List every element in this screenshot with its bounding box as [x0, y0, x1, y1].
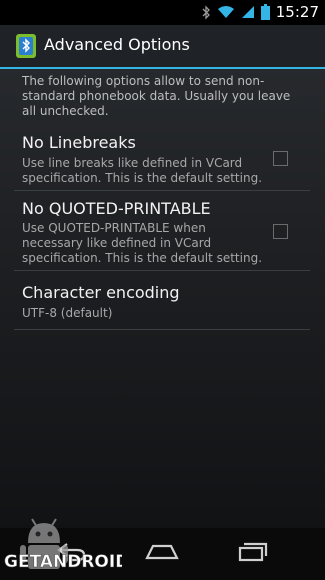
action-bar: Advanced Options [0, 25, 325, 69]
linebreaks-checkbox[interactable] [273, 151, 288, 166]
status-time: 15:27 [275, 3, 319, 21]
wifi-icon [217, 6, 234, 18]
status-icons: 15:27 [201, 3, 319, 21]
recents-icon[interactable] [238, 542, 268, 562]
app-bluetooth-icon[interactable] [16, 34, 36, 58]
pref-title: No QUOTED-PRINTABLE [22, 199, 211, 218]
signal-icon [241, 6, 254, 18]
pref-title: Character encoding [22, 283, 180, 302]
pref-summary: Use line breaks like defined in VCard sp… [22, 156, 263, 185]
battery-icon [260, 4, 270, 20]
status-bar: 15:27 [0, 0, 325, 25]
intro-text: The following options allow to send non-… [22, 74, 291, 118]
divider [14, 190, 310, 191]
getandroid-watermark-logo: GETANDROID [4, 518, 122, 572]
bluetooth-icon [202, 4, 210, 20]
home-icon[interactable] [145, 544, 179, 560]
divider [14, 270, 310, 271]
pref-character-encoding[interactable]: Character encoding UTF-8 (default) [14, 275, 310, 327]
pref-no-quoted-printable[interactable]: No QUOTED-PRINTABLE Use QUOTED-PRINTABLE… [14, 195, 310, 271]
pref-summary: Use QUOTED-PRINTABLE when necessary like… [22, 221, 263, 265]
pref-summary: UTF-8 (default) [22, 306, 113, 320]
quoted-printable-checkbox[interactable] [273, 224, 288, 239]
page-title: Advanced Options [44, 35, 190, 54]
pref-title: No Linebreaks [22, 133, 136, 152]
svg-text:GETANDROID: GETANDROID [4, 552, 122, 572]
pref-no-linebreaks[interactable]: No Linebreaks Use line breaks like defin… [14, 129, 310, 189]
divider [14, 329, 310, 330]
